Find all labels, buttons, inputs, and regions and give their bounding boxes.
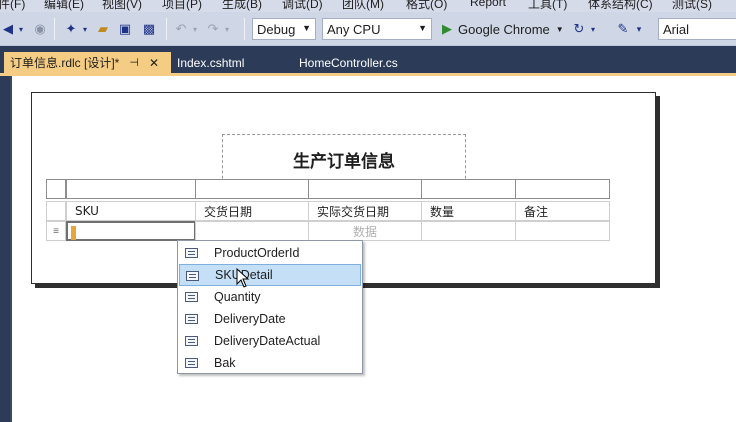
play-icon: ▶ xyxy=(442,21,452,36)
field-item-product-order-id[interactable]: ProductOrderId xyxy=(179,242,361,264)
toolbar-separator xyxy=(244,18,245,40)
chevron-down-icon: ▼ xyxy=(555,24,564,34)
tablix-column-handles xyxy=(46,179,610,199)
tab-report-design[interactable]: 订单信息.rdlc [设计]* ⊣ ✕ xyxy=(4,52,171,73)
new-dropdown-icon[interactable]: ▾ xyxy=(80,19,90,39)
field-icon xyxy=(185,292,198,302)
start-debugging-button[interactable]: ▶ Google Chrome ▼ xyxy=(442,18,564,40)
column-handle[interactable] xyxy=(421,179,516,199)
tab-label: Index.cshtml xyxy=(177,55,245,70)
field-item-sku-detail[interactable]: SKUDetail xyxy=(179,264,361,286)
menu-edit[interactable]: 编辑(E) xyxy=(44,0,84,12)
field-icon xyxy=(185,314,198,324)
field-item-quantity[interactable]: Quantity xyxy=(179,286,361,308)
detail-cell[interactable] xyxy=(515,221,610,241)
column-handle[interactable] xyxy=(195,179,309,199)
header-cell-actual-delivery-date[interactable]: 实际交货日期 xyxy=(308,201,422,221)
tab-home-controller[interactable]: HomeController.cs xyxy=(299,52,398,73)
chevron-down-icon: ▼ xyxy=(302,23,311,33)
menu-architecture[interactable]: 体系结构(C) xyxy=(588,0,653,12)
field-item-delivery-date[interactable]: DeliveryDate xyxy=(179,308,361,330)
redo-icon[interactable]: ↷ xyxy=(204,19,222,39)
menu-file[interactable]: 件(F) xyxy=(0,0,25,12)
field-label: Bak xyxy=(214,356,236,370)
field-item-delivery-date-actual[interactable]: DeliveryDateActual xyxy=(179,330,361,352)
field-list-dropdown[interactable]: ProductOrderId SKUDetail Quantity Delive… xyxy=(177,240,363,374)
forward-icon[interactable]: ◉ xyxy=(32,19,48,39)
tablix-detail-row: ≡ 数据 xyxy=(46,221,610,241)
column-handle[interactable] xyxy=(308,179,422,199)
report-design-surface[interactable]: 生产订单信息 SKU 交货日期 实际交货日期 数量 备注 ≡ 数据 xyxy=(10,76,736,422)
standard-toolbar: ◀ ▾ ◉ ✦ ▾ ▰ ▣ ▩ ↶ ▾ ↷ ▾ Debug ▼ Any CPU … xyxy=(0,12,736,46)
detail-cell[interactable] xyxy=(421,221,516,241)
menu-test[interactable]: 测试(S) xyxy=(672,0,712,12)
solution-config-value: Debug xyxy=(257,21,296,37)
chevron-down-icon: ▼ xyxy=(418,23,427,33)
column-handle[interactable] xyxy=(66,179,196,199)
tablix-corner-handle[interactable] xyxy=(46,179,66,199)
redo-dropdown-icon[interactable]: ▾ xyxy=(222,19,232,39)
field-label: Quantity xyxy=(214,290,261,304)
refresh-dropdown-icon[interactable]: ▾ xyxy=(588,19,598,39)
save-all-icon[interactable]: ▩ xyxy=(138,19,160,39)
browser-link-icon[interactable]: ✎ xyxy=(614,19,632,39)
pin-icon[interactable]: ⊣ xyxy=(129,56,139,69)
undo-dropdown-icon[interactable]: ▾ xyxy=(190,19,200,39)
column-handle[interactable] xyxy=(515,179,610,199)
undo-icon[interactable]: ↶ xyxy=(172,19,190,39)
field-label: ProductOrderId xyxy=(214,246,300,260)
tab-label: 订单信息.rdlc [设计]* xyxy=(10,56,120,70)
field-icon xyxy=(186,271,199,281)
row-handle[interactable] xyxy=(46,201,66,221)
menu-project[interactable]: 项目(P) xyxy=(162,0,202,12)
menu-bar: 件(F) 编辑(E) 视图(V) 项目(P) 生成(B) 调试(D) 团队(M)… xyxy=(0,0,736,12)
open-folder-icon[interactable]: ▰ xyxy=(94,19,112,39)
menu-report[interactable]: Report xyxy=(470,0,506,9)
detail-cell-placeholder[interactable]: 数据 xyxy=(308,221,422,241)
field-label: DeliveryDate xyxy=(214,312,286,326)
solution-platform-value: Any CPU xyxy=(327,21,381,37)
menu-debug[interactable]: 调试(D) xyxy=(282,0,323,12)
toolbar-overflow-icon[interactable]: ▾ xyxy=(634,19,644,39)
field-icon xyxy=(185,358,198,368)
menu-tools[interactable]: 工具(T) xyxy=(528,0,567,12)
menu-team[interactable]: 团队(M) xyxy=(342,0,384,12)
menu-view[interactable]: 视图(V) xyxy=(102,0,142,12)
tablix-header-row: SKU 交货日期 实际交货日期 数量 备注 xyxy=(46,201,610,221)
detail-row-handle[interactable]: ≡ xyxy=(46,221,66,241)
solution-platform-select[interactable]: Any CPU ▼ xyxy=(322,18,432,40)
detail-cell[interactable] xyxy=(195,221,309,241)
field-label: DeliveryDateActual xyxy=(214,334,321,348)
field-icon xyxy=(185,248,198,258)
menu-format[interactable]: 格式(O) xyxy=(406,0,447,12)
refresh-icon[interactable]: ↻ xyxy=(570,19,588,39)
header-cell-sku[interactable]: SKU xyxy=(66,201,196,221)
text-cursor xyxy=(71,226,76,240)
tab-index-cshtml[interactable]: Index.cshtml xyxy=(177,52,244,73)
run-target-label: Google Chrome xyxy=(458,21,550,37)
document-tab-bar: 订单信息.rdlc [设计]* ⊣ ✕ Index.cshtml HomeCon… xyxy=(0,47,736,75)
menu-build[interactable]: 生成(B) xyxy=(222,0,262,12)
solution-config-select[interactable]: Debug ▼ xyxy=(252,18,316,40)
toolbar-separator xyxy=(54,18,55,40)
back-icon[interactable]: ◀ xyxy=(0,19,16,39)
save-icon[interactable]: ▣ xyxy=(116,19,134,39)
close-icon[interactable]: ✕ xyxy=(149,56,159,70)
header-cell-quantity[interactable]: 数量 xyxy=(421,201,516,221)
new-project-icon[interactable]: ✦ xyxy=(62,19,80,39)
detail-cell-sku[interactable] xyxy=(66,221,196,241)
report-title-textbox[interactable]: 生产订单信息 xyxy=(222,134,466,184)
mouse-pointer-icon xyxy=(236,268,250,288)
field-icon xyxy=(185,336,198,346)
header-cell-delivery-date[interactable]: 交货日期 xyxy=(195,201,309,221)
field-item-bak[interactable]: Bak xyxy=(179,352,361,374)
header-cell-remark[interactable]: 备注 xyxy=(515,201,610,221)
font-family-select[interactable]: Arial xyxy=(658,18,736,40)
tab-label: HomeController.cs xyxy=(299,55,398,70)
font-family-value: Arial xyxy=(663,21,690,37)
back-dropdown-icon[interactable]: ▾ xyxy=(16,19,26,39)
toolbar-separator xyxy=(166,18,167,40)
